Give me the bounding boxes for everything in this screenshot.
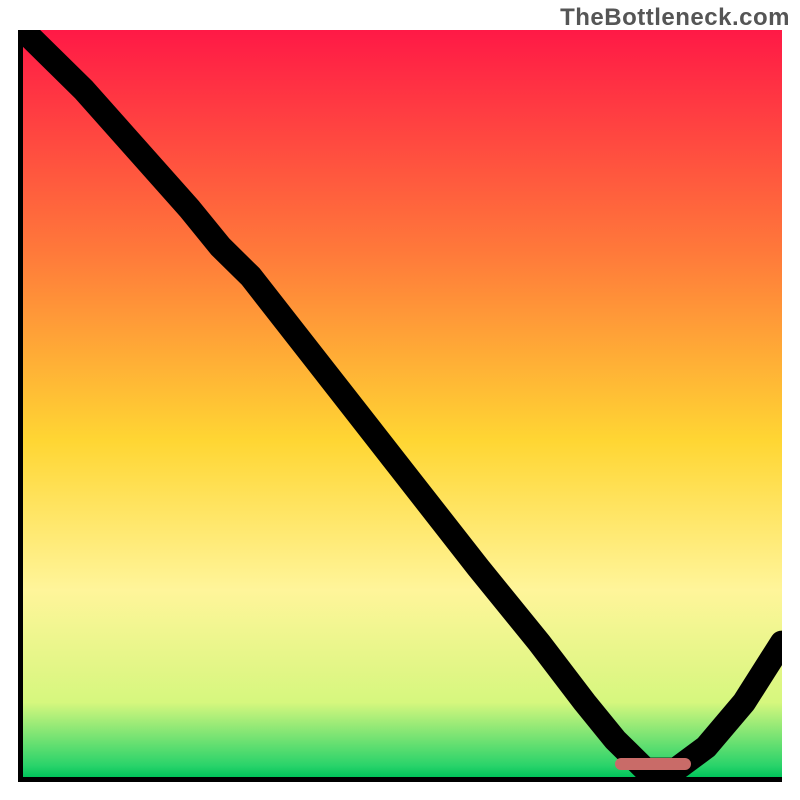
watermark-text: TheBottleneck.com	[560, 4, 790, 32]
chart-stage: TheBottleneck.com	[0, 0, 800, 800]
bottleneck-curve	[23, 30, 782, 770]
minimum-marker	[615, 758, 691, 770]
plot-area	[18, 30, 782, 782]
curve-svg	[23, 30, 782, 777]
